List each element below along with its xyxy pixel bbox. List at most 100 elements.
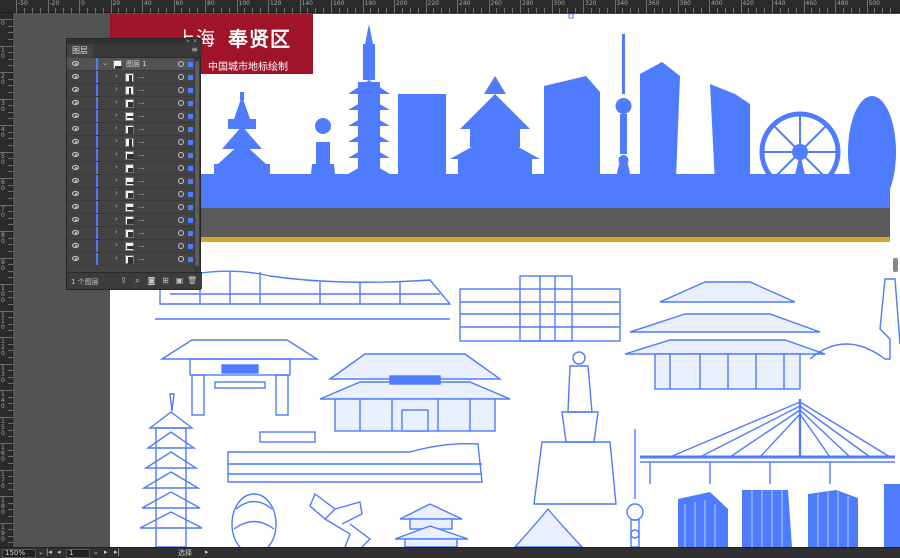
target-circle-icon[interactable] <box>178 113 184 119</box>
lock-toggle[interactable] <box>84 189 92 199</box>
target-circle-icon[interactable] <box>178 126 184 132</box>
visibility-eye-icon[interactable] <box>72 126 79 131</box>
lock-toggle[interactable] <box>84 124 92 134</box>
chevron-right-icon[interactable]: › <box>115 111 118 119</box>
target-circle-icon[interactable] <box>178 152 184 158</box>
layer-row[interactable]: ›... <box>67 84 196 97</box>
target-circle-icon[interactable] <box>178 243 184 249</box>
lock-toggle[interactable] <box>84 254 92 264</box>
target-circle-icon[interactable] <box>178 230 184 236</box>
layer-name[interactable]: ... <box>138 202 145 210</box>
visibility-eye-icon[interactable] <box>72 204 79 209</box>
chevron-right-icon[interactable]: › <box>115 254 118 262</box>
selection-indicator[interactable] <box>188 204 193 210</box>
chevron-right-icon[interactable]: › <box>115 215 118 223</box>
panel-menu-icon[interactable]: ≡ <box>191 45 198 54</box>
selection-indicator[interactable] <box>188 256 193 262</box>
lock-toggle[interactable] <box>84 59 92 69</box>
visibility-eye-icon[interactable] <box>72 243 79 248</box>
visibility-eye-icon[interactable] <box>72 230 79 235</box>
selection-indicator[interactable] <box>188 152 193 158</box>
visibility-eye-icon[interactable] <box>72 217 79 222</box>
chevron-right-icon[interactable]: › <box>115 137 118 145</box>
layer-row[interactable]: ›... <box>67 227 196 240</box>
layer-row[interactable]: ›... <box>67 110 196 123</box>
chevron-right-icon[interactable]: › <box>115 189 118 197</box>
lock-toggle[interactable] <box>84 98 92 108</box>
selection-indicator[interactable] <box>188 178 193 184</box>
visibility-eye-icon[interactable] <box>72 152 79 157</box>
ruler-left[interactable]: 0 10 20 30 40 50 60 70 80 90 100 110 120 130 140 150 160… <box>0 13 13 547</box>
lock-toggle[interactable] <box>84 176 92 186</box>
selection-indicator[interactable] <box>188 87 193 93</box>
layer-name[interactable]: ... <box>138 163 145 171</box>
visibility-eye-icon[interactable] <box>72 165 79 170</box>
chevron-right-icon[interactable]: › <box>115 72 118 80</box>
target-circle-icon[interactable] <box>178 139 184 145</box>
last-artboard-icon[interactable]: ▸| <box>114 548 120 556</box>
lock-toggle[interactable] <box>84 85 92 95</box>
target-circle-icon[interactable] <box>178 178 184 184</box>
chevron-right-icon[interactable]: › <box>115 124 118 132</box>
layer-name[interactable]: ... <box>138 124 145 132</box>
artboard[interactable]: 上海 奉贤区 中国城市地标绘制 <box>110 14 900 547</box>
layer-name[interactable]: ... <box>138 72 145 80</box>
selection-indicator[interactable] <box>188 126 193 132</box>
selection-indicator[interactable] <box>188 113 193 119</box>
chevron-right-icon[interactable]: › <box>115 176 118 184</box>
visibility-eye-icon[interactable] <box>72 139 79 144</box>
chevron-down-icon[interactable]: ⌄ <box>102 59 108 67</box>
target-circle-icon[interactable] <box>178 100 184 106</box>
layer-row[interactable]: ›... <box>67 71 196 84</box>
lock-toggle[interactable] <box>84 215 92 225</box>
target-circle-icon[interactable] <box>178 256 184 262</box>
layer-row[interactable]: ›... <box>67 136 196 149</box>
layer-name[interactable]: ... <box>138 150 145 158</box>
visibility-eye-icon[interactable] <box>72 74 79 79</box>
next-artboard-icon[interactable]: ▸ <box>104 548 108 556</box>
layer-row[interactable]: ›... <box>67 240 196 253</box>
visibility-eye-icon[interactable] <box>72 87 79 92</box>
layer-row-top[interactable]: ⌄ 图层 1 <box>67 58 196 71</box>
lock-toggle[interactable] <box>84 228 92 238</box>
lock-toggle[interactable] <box>84 202 92 212</box>
tool-status[interactable]: 选择 <box>178 548 192 558</box>
layer-name[interactable]: ... <box>138 111 145 119</box>
layer-name[interactable]: ... <box>138 241 145 249</box>
target-circle-icon[interactable] <box>178 74 184 80</box>
zoom-level-field[interactable]: 150% <box>2 549 36 558</box>
layer-list[interactable]: ⌄ 图层 1 ›... ›... ›... ›... ›... ›... ›... ›... ›… <box>67 58 202 273</box>
selection-indicator[interactable] <box>188 100 193 106</box>
tool-status-arrow-icon[interactable]: ▸ <box>205 548 209 556</box>
layer-row[interactable]: ›... <box>67 162 196 175</box>
layer-name[interactable]: ... <box>138 176 145 184</box>
chevron-right-icon[interactable]: › <box>115 241 118 249</box>
layer-name[interactable]: ... <box>138 85 145 93</box>
layer-name[interactable]: ... <box>138 215 145 223</box>
new-sublayer-icon[interactable]: ⊞ <box>161 276 170 286</box>
layer-row[interactable]: ›... <box>67 214 196 227</box>
target-circle-icon[interactable] <box>178 191 184 197</box>
chevron-right-icon[interactable]: › <box>115 163 118 171</box>
visibility-eye-icon[interactable] <box>72 100 79 105</box>
selection-indicator[interactable] <box>188 139 193 145</box>
layer-name[interactable]: ... <box>138 189 145 197</box>
selection-indicator[interactable] <box>188 217 193 223</box>
chevron-right-icon[interactable]: › <box>115 202 118 210</box>
layers-scrollbar[interactable] <box>194 58 200 273</box>
layer-name[interactable]: ... <box>138 228 145 236</box>
selection-indicator[interactable] <box>188 165 193 171</box>
layer-name[interactable]: 图层 1 <box>126 59 147 69</box>
layer-row[interactable]: ›... <box>67 175 196 188</box>
layer-row[interactable]: ›... <box>67 97 196 110</box>
ruler-top[interactable]: -50 -20 0 20 40 60 80 100 120 140 160 180 200 220 240 2… <box>0 0 900 13</box>
visibility-eye-icon[interactable] <box>72 61 79 66</box>
target-circle-icon[interactable] <box>178 217 184 223</box>
lock-toggle[interactable] <box>84 163 92 173</box>
lock-toggle[interactable] <box>84 137 92 147</box>
chevron-right-icon[interactable]: › <box>115 85 118 93</box>
search-layer-icon[interactable]: ⌕ <box>133 276 142 286</box>
skyline-artwork[interactable] <box>110 14 900 547</box>
layer-name[interactable]: ... <box>138 137 145 145</box>
target-circle-icon[interactable] <box>178 165 184 171</box>
